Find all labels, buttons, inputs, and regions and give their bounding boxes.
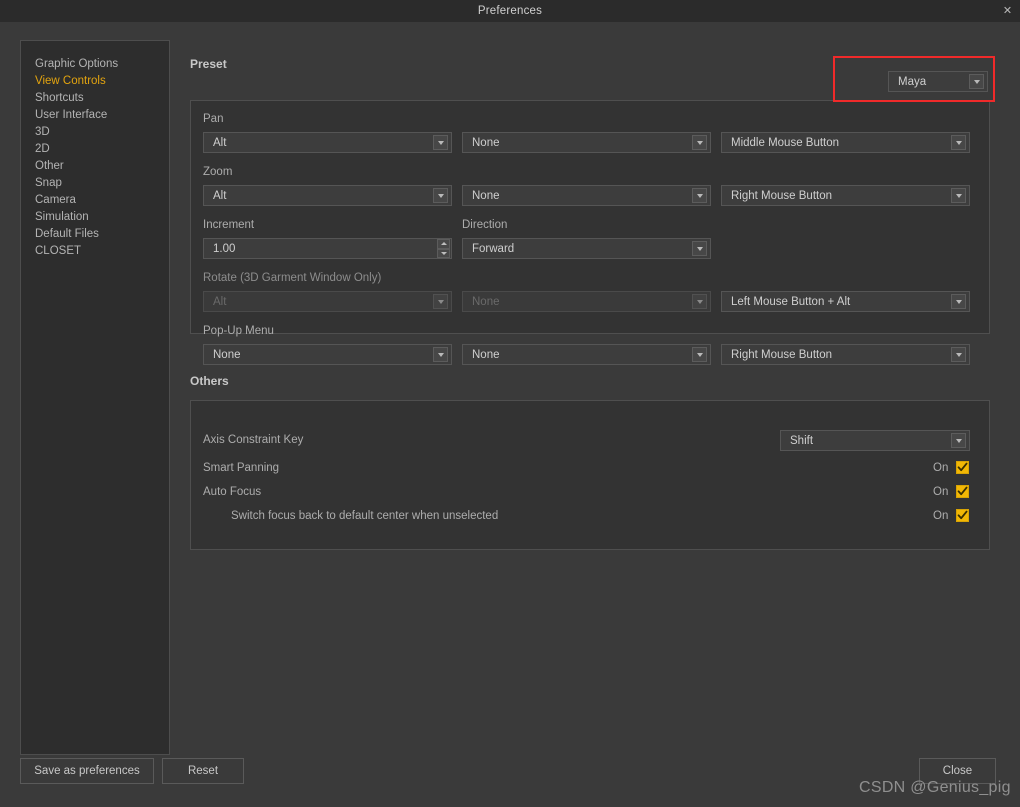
- increment-spin-buttons[interactable]: [437, 239, 450, 258]
- zoom-modifier1-dropdown[interactable]: Alt: [203, 185, 452, 206]
- auto-focus-state: On: [933, 486, 949, 498]
- sidebar-item-camera[interactable]: Camera: [21, 192, 169, 209]
- close-icon[interactable]: ✕: [999, 3, 1016, 19]
- rotate-modifier1-value: Alt: [213, 295, 227, 308]
- chevron-down-icon: [951, 294, 966, 309]
- zoom-modifier2-value: None: [472, 189, 500, 202]
- direction-dropdown[interactable]: Forward: [462, 238, 711, 259]
- axis-constraint-key-dropdown[interactable]: Shift: [780, 430, 970, 451]
- window-titlebar: Preferences ✕: [0, 0, 1020, 22]
- chevron-down-icon: [692, 241, 707, 256]
- rotate-mouse-dropdown[interactable]: Left Mouse Button + Alt: [721, 291, 970, 312]
- rotate-modifier1-dropdown: Alt: [203, 291, 452, 312]
- increment-stepper[interactable]: 1.00: [203, 238, 452, 259]
- direction-label: Direction: [462, 219, 508, 231]
- chevron-down-icon: [951, 188, 966, 203]
- preset-dropdown-value: Maya: [898, 75, 927, 88]
- pan-modifier1-value: Alt: [213, 136, 227, 149]
- sidebar-item-graphic-options[interactable]: Graphic Options: [21, 56, 169, 73]
- sidebar-item-simulation[interactable]: Simulation: [21, 209, 169, 226]
- chevron-down-icon: [433, 347, 448, 362]
- sidebar-item-2d[interactable]: 2D: [21, 141, 169, 158]
- sidebar-item-default-files[interactable]: Default Files: [21, 226, 169, 243]
- smart-panning-checkbox[interactable]: [956, 461, 969, 474]
- sidebar-item-other[interactable]: Other: [21, 158, 169, 175]
- preset-section-title: Preset: [190, 57, 227, 71]
- others-panel: Axis Constraint Key Shift Smart Panning …: [190, 400, 990, 550]
- chevron-down-icon: [433, 188, 448, 203]
- zoom-mouse-value: Right Mouse Button: [731, 189, 833, 202]
- increment-up-icon[interactable]: [437, 239, 450, 249]
- sidebar-item-shortcuts[interactable]: Shortcuts: [21, 90, 169, 107]
- popup-menu-label: Pop-Up Menu: [203, 325, 274, 337]
- chevron-down-icon: [692, 135, 707, 150]
- chevron-down-icon: [969, 74, 984, 89]
- zoom-label: Zoom: [203, 166, 233, 178]
- auto-focus-checkbox[interactable]: [956, 485, 969, 498]
- rotate-mouse-value: Left Mouse Button + Alt: [731, 295, 851, 308]
- view-controls-panel: Pan Alt None Middle Mouse Button Zoom Al…: [190, 100, 990, 365]
- chevron-down-icon: [951, 135, 966, 150]
- sidebar-item-closet[interactable]: CLOSET: [21, 243, 169, 260]
- save-as-preferences-button[interactable]: Save as preferences: [20, 758, 154, 784]
- switch-focus-back-checkbox[interactable]: [956, 509, 969, 522]
- popup-modifier2-dropdown[interactable]: None: [462, 344, 711, 365]
- chevron-down-icon: [692, 294, 707, 309]
- switch-focus-back-state: On: [933, 510, 949, 522]
- chevron-down-icon: [433, 294, 448, 309]
- window-body: Graphic Options View Controls Shortcuts …: [0, 22, 1020, 807]
- pan-label: Pan: [203, 113, 224, 125]
- rotate-modifier2-value: None: [472, 295, 500, 308]
- sidebar-item-3d[interactable]: 3D: [21, 124, 169, 141]
- zoom-mouse-dropdown[interactable]: Right Mouse Button: [721, 185, 970, 206]
- watermark-text: CSDN @Genius_pig: [859, 779, 1011, 796]
- sidebar-item-snap[interactable]: Snap: [21, 175, 169, 192]
- pan-mouse-dropdown[interactable]: Middle Mouse Button: [721, 132, 970, 153]
- smart-panning-state: On: [933, 462, 949, 474]
- pan-modifier1-dropdown[interactable]: Alt: [203, 132, 452, 153]
- popup-modifier1-value: None: [213, 348, 241, 361]
- auto-focus-label: Auto Focus: [203, 486, 262, 498]
- pan-modifier2-dropdown[interactable]: None: [462, 132, 711, 153]
- chevron-down-icon: [692, 347, 707, 362]
- others-section-title: Others: [190, 374, 229, 388]
- settings-sidebar: Graphic Options View Controls Shortcuts …: [20, 40, 170, 755]
- pan-modifier2-value: None: [472, 136, 500, 149]
- chevron-down-icon: [951, 433, 966, 448]
- sidebar-item-view-controls[interactable]: View Controls: [21, 73, 169, 90]
- increment-down-icon[interactable]: [437, 248, 450, 258]
- direction-value: Forward: [472, 242, 515, 255]
- switch-focus-back-label: Switch focus back to default center when…: [231, 510, 499, 522]
- zoom-modifier1-value: Alt: [213, 189, 227, 202]
- pan-mouse-value: Middle Mouse Button: [731, 136, 840, 149]
- window-title: Preferences: [477, 5, 543, 17]
- increment-value: 1.00: [213, 242, 236, 255]
- sidebar-item-user-interface[interactable]: User Interface: [21, 107, 169, 124]
- axis-constraint-key-value: Shift: [790, 434, 814, 447]
- popup-mouse-dropdown[interactable]: Right Mouse Button: [721, 344, 970, 365]
- popup-modifier2-value: None: [472, 348, 500, 361]
- smart-panning-label: Smart Panning: [203, 462, 280, 474]
- rotate-modifier2-dropdown: None: [462, 291, 711, 312]
- preset-dropdown[interactable]: Maya: [888, 71, 988, 92]
- chevron-down-icon: [951, 347, 966, 362]
- axis-constraint-key-label: Axis Constraint Key: [203, 434, 304, 446]
- zoom-modifier2-dropdown[interactable]: None: [462, 185, 711, 206]
- reset-button[interactable]: Reset: [162, 758, 244, 784]
- increment-label: Increment: [203, 219, 255, 231]
- rotate-label: Rotate (3D Garment Window Only): [203, 272, 382, 284]
- popup-modifier1-dropdown[interactable]: None: [203, 344, 452, 365]
- chevron-down-icon: [692, 188, 707, 203]
- chevron-down-icon: [433, 135, 448, 150]
- popup-mouse-value: Right Mouse Button: [731, 348, 833, 361]
